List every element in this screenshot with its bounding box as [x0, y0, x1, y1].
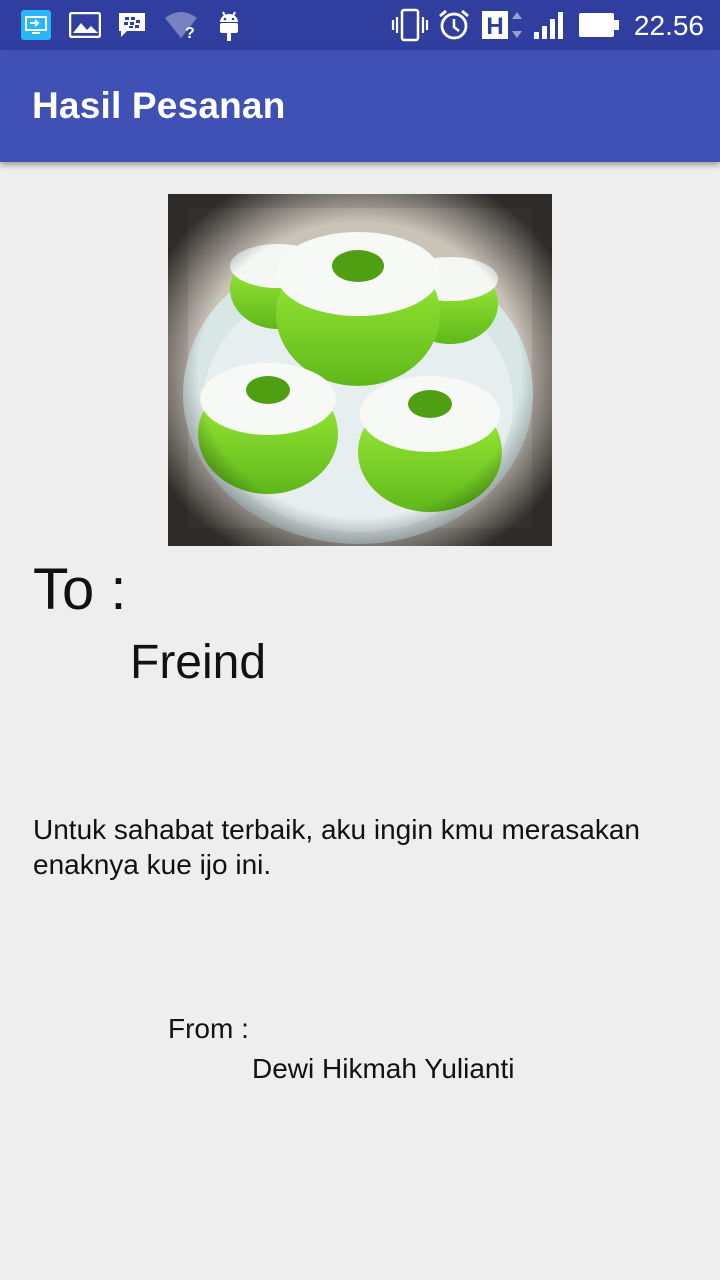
screen-cast-icon — [18, 0, 54, 50]
clock: 22.56 — [633, 10, 704, 41]
svg-text:?: ? — [185, 25, 195, 40]
signal-icon — [530, 0, 568, 50]
app-bar: Hasil Pesanan — [0, 50, 720, 162]
svg-text:H: H — [486, 13, 503, 40]
kue-ijo-photo — [168, 194, 552, 546]
wifi-question-icon: ? — [162, 0, 200, 50]
recipient-name: Freind — [130, 636, 267, 689]
from-label: From : — [168, 1013, 249, 1044]
android-debug-icon — [214, 0, 244, 50]
battery-icon — [578, 0, 620, 50]
vibrate-icon — [390, 0, 430, 50]
gallery-icon — [68, 0, 102, 50]
sender-name: Dewi Hikmah Yulianti — [252, 1053, 515, 1084]
network-h-icon: H — [480, 0, 526, 50]
status-bar: ? H 22.56 — [0, 0, 720, 50]
message-text: Untuk sahabat terbaik, aku ingin kmu mer… — [33, 814, 640, 880]
page-title: Hasil Pesanan — [32, 85, 286, 126]
to-label: To : — [33, 557, 127, 622]
bbm-icon — [116, 0, 148, 50]
alarm-icon — [436, 0, 472, 50]
